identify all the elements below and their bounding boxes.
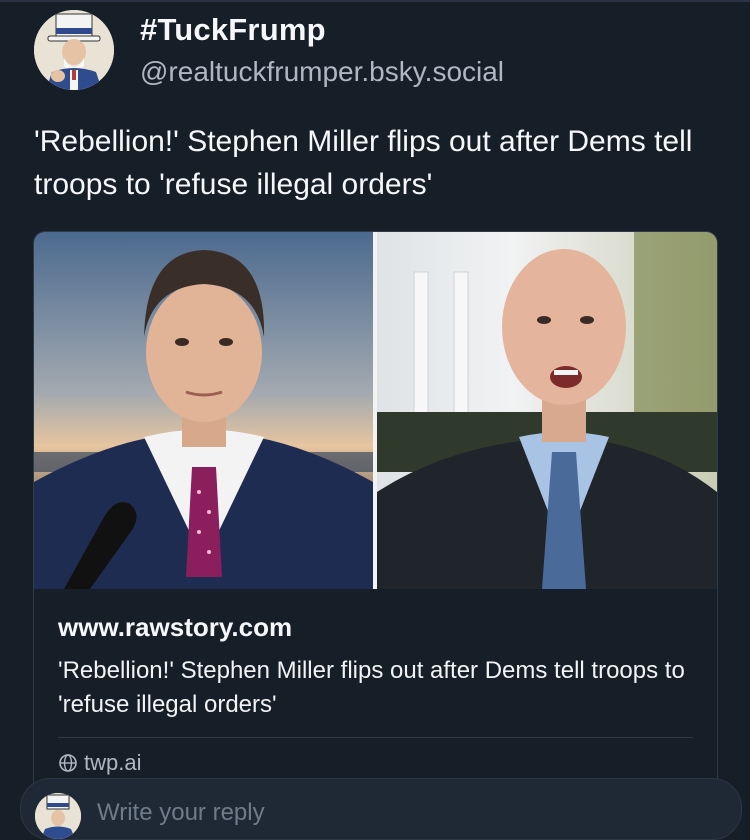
- author-display-name[interactable]: #TuckFrump: [140, 12, 326, 48]
- link-card-title: 'Rebellion!' Stephen Miller flips out af…: [58, 657, 685, 718]
- link-card-divider: [58, 737, 693, 738]
- link-card-source-label: twp.ai: [84, 750, 142, 775]
- post-text: 'Rebellion!' Stephen Miller flips out af…: [34, 125, 693, 201]
- post[interactable]: #TuckFrump @realtuckfrumper.bsky.social …: [0, 0, 750, 840]
- link-card-domain: www.rawstory.com: [58, 612, 293, 642]
- author-avatar[interactable]: [34, 10, 114, 90]
- globe-icon: [58, 753, 78, 773]
- link-card-source: twp.ai: [58, 750, 141, 776]
- author-handle[interactable]: @realtuckfrumper.bsky.social: [140, 56, 504, 88]
- reply-composer[interactable]: Write your reply: [20, 778, 742, 840]
- link-card[interactable]: www.rawstory.com 'Rebellion!' Stephen Mi…: [33, 231, 718, 793]
- reply-placeholder: Write your reply: [97, 799, 265, 826]
- reply-avatar: [35, 793, 81, 839]
- link-card-thumbnail: [34, 232, 717, 589]
